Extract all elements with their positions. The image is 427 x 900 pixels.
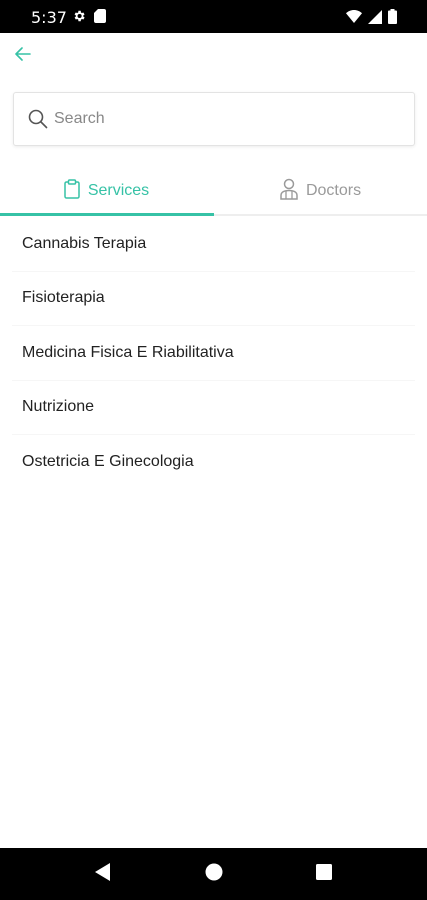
tab-services-label: Services (87, 182, 150, 199)
list-item[interactable]: Nutrizione (12, 381, 415, 435)
list-item[interactable]: Ostetricia E Ginecologia (12, 435, 415, 490)
tab-bar: Services Doctors (0, 166, 427, 216)
list-item[interactable]: Cannabis Terapia (12, 217, 415, 272)
battery-icon (388, 9, 397, 29)
clipboard-icon (64, 178, 80, 204)
back-button[interactable] (8, 41, 38, 71)
list-item[interactable]: Medicina Fisica E Riabilitativa (12, 326, 415, 381)
search-input[interactable] (54, 93, 404, 145)
app-bar (0, 33, 427, 81)
nav-recents-button[interactable] (312, 862, 336, 886)
search-icon (28, 109, 48, 134)
active-tab-indicator (0, 213, 214, 216)
status-bar: 5:37 (0, 0, 427, 33)
tab-doctors[interactable]: Doctors (214, 166, 427, 216)
list-item[interactable]: Fisioterapia (12, 272, 415, 326)
home-circle-icon (205, 863, 223, 886)
search-box[interactable] (13, 92, 415, 146)
service-list: Cannabis Terapia Fisioterapia Medicina F… (0, 217, 427, 490)
nav-back-button[interactable] (91, 862, 115, 886)
settings-icon (72, 9, 86, 28)
back-arrow-icon (15, 46, 31, 66)
sim-card-icon (94, 9, 106, 28)
signal-icon (368, 9, 382, 29)
system-nav-bar (0, 848, 427, 900)
nav-home-button[interactable] (202, 862, 226, 886)
tab-doctors-label: Doctors (305, 182, 362, 199)
wifi-icon (346, 10, 362, 28)
recents-square-icon (316, 863, 332, 885)
back-triangle-icon (95, 862, 111, 886)
status-time: 5:37 (31, 8, 67, 27)
tab-services[interactable]: Services (0, 166, 213, 216)
doctor-icon (280, 178, 298, 205)
